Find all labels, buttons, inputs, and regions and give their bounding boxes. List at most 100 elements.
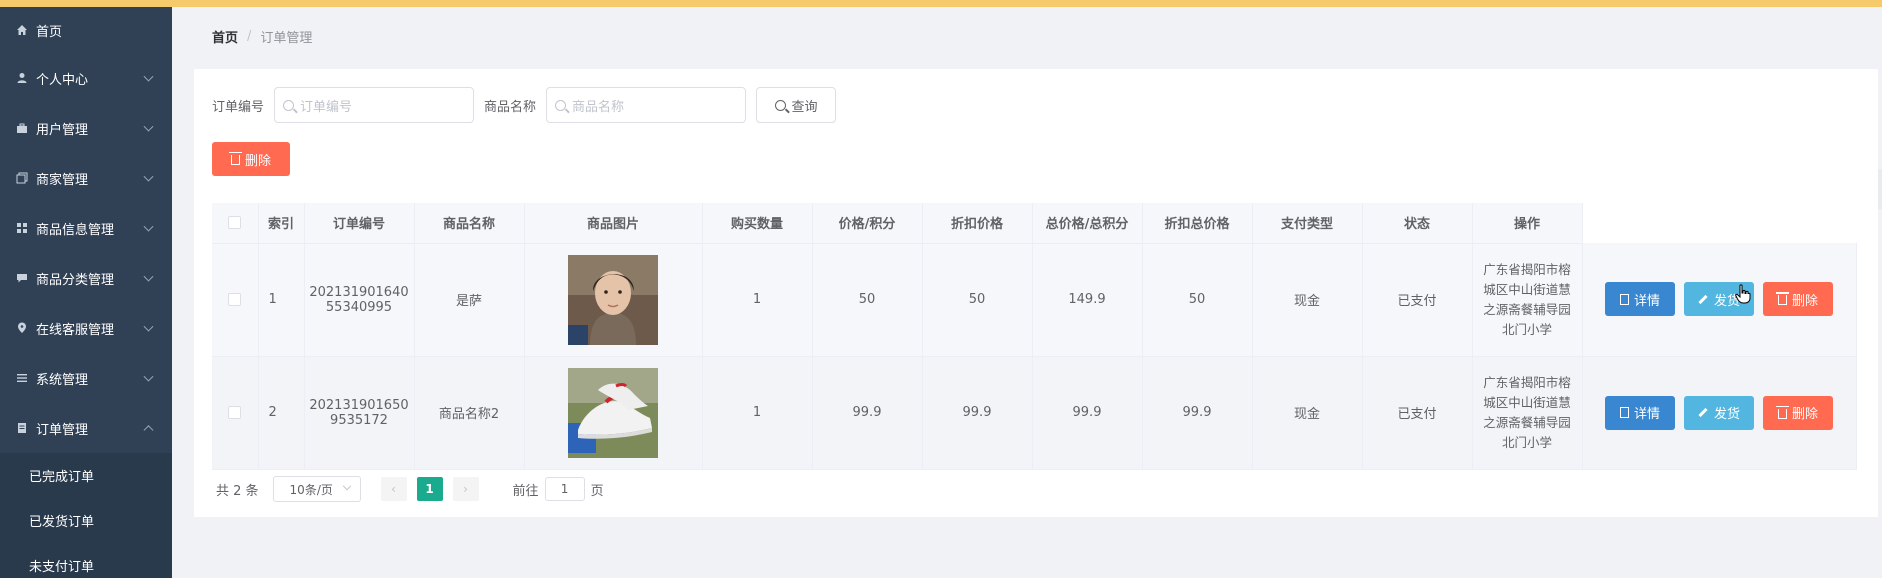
trash-icon bbox=[1775, 292, 1789, 306]
order-no-input[interactable]: 订单编号 bbox=[274, 87, 475, 123]
column-header: 购买数量 bbox=[702, 203, 813, 244]
edit-icon bbox=[1698, 407, 1708, 418]
sidebar-item-label: 未支付订单 bbox=[29, 560, 95, 575]
prev-page-button[interactable]: ‹ bbox=[380, 477, 407, 501]
delete-label: 删除 bbox=[1791, 407, 1818, 422]
sidebar-item-label: 商品信息管理 bbox=[36, 222, 115, 238]
delete-button[interactable]: 删除 bbox=[1763, 282, 1833, 317]
sidebar-item-merchant-management[interactable]: 商家管理 bbox=[0, 153, 172, 203]
column-header: 折扣总价格 bbox=[1142, 203, 1253, 244]
order-no-placeholder: 订单编号 bbox=[300, 99, 353, 115]
briefcase-icon bbox=[14, 120, 30, 136]
chevron-down-icon bbox=[143, 321, 154, 332]
chevron-down-icon bbox=[143, 171, 154, 182]
product-image-portrait[interactable] bbox=[568, 254, 658, 345]
order-no-label: 订单编号 bbox=[212, 99, 265, 115]
sidebar-item-label: 已完成订单 bbox=[29, 470, 95, 485]
search-icon bbox=[774, 99, 786, 111]
column-header: 价格/积分 bbox=[812, 203, 923, 244]
table-row: 1 202131901640 55340995 是萨 1 50 50 149.9… bbox=[212, 243, 1857, 357]
breadcrumb-current: 订单管理 bbox=[260, 31, 313, 46]
chevron-down-icon bbox=[342, 481, 351, 491]
vertical-scrollbar[interactable] bbox=[1878, 169, 1882, 209]
user-icon bbox=[14, 70, 30, 86]
query-button-label: 查询 bbox=[791, 99, 818, 115]
detail-button[interactable]: 详情 bbox=[1605, 282, 1675, 317]
sidebar-subitem-unpaid-orders[interactable]: 未支付订单 bbox=[0, 543, 172, 578]
cell-order-no: 202131901650 9535172 bbox=[304, 356, 415, 470]
page-size-select[interactable]: 10条/页 bbox=[272, 476, 361, 502]
detail-button[interactable]: 详情 bbox=[1605, 395, 1675, 430]
chevron-right-icon: › bbox=[463, 482, 468, 496]
breadcrumb-home[interactable]: 首页 bbox=[212, 27, 238, 46]
list-icon bbox=[14, 370, 30, 386]
cell-actions: 详情 发货 删除 bbox=[1582, 243, 1857, 357]
delete-button[interactable]: 删除 bbox=[1763, 395, 1833, 430]
edit-icon bbox=[1698, 294, 1708, 304]
page-size-value: 10条/页 bbox=[289, 482, 333, 497]
ship-label: 发货 bbox=[1713, 407, 1740, 422]
cell-pay-type: 现金 bbox=[1252, 243, 1363, 357]
chevron-down-icon bbox=[143, 71, 154, 82]
order-no-line: 9535172 bbox=[330, 412, 388, 428]
row-select-cell bbox=[212, 356, 259, 470]
column-header: 商品名称 bbox=[414, 203, 525, 244]
cell-address: 广东省揭阳市榕城区中山街道慧之源斋餐辅导园北门小学 bbox=[1472, 356, 1583, 470]
trash-icon bbox=[228, 152, 242, 165]
copy-icon bbox=[14, 170, 30, 186]
sidebar-item-label: 用户管理 bbox=[36, 122, 89, 138]
column-header: 总价格/总积分 bbox=[1032, 203, 1143, 244]
detail-label: 详情 bbox=[1633, 407, 1660, 422]
sidebar-item-product-info-management[interactable]: 商品信息管理 bbox=[0, 203, 172, 253]
cell-index: 2 bbox=[258, 356, 305, 470]
trash-icon bbox=[1775, 405, 1789, 419]
search-bar: 订单编号 订单编号 商品名称 商品名称 查询 bbox=[212, 87, 837, 123]
delete-label: 删除 bbox=[1791, 293, 1818, 309]
order-submenu: 已完成订单 已发货订单 未支付订单 bbox=[0, 453, 172, 578]
sidebar-subitem-completed-orders[interactable]: 已完成订单 bbox=[0, 453, 172, 498]
sidebar-item-label: 个人中心 bbox=[36, 72, 89, 88]
table-row: 2 202131901650 9535172 商品名称2 1 99.9 99.9… bbox=[212, 356, 1857, 470]
sidebar-subitem-shipped-orders[interactable]: 已发货订单 bbox=[0, 498, 172, 543]
sidebar-item-personal-center[interactable]: 个人中心 bbox=[0, 53, 172, 103]
sidebar-item-home[interactable]: 首页 bbox=[0, 7, 172, 53]
row-checkbox[interactable] bbox=[228, 406, 242, 419]
grid-icon bbox=[14, 220, 30, 236]
sidebar-item-system-management[interactable]: 系统管理 bbox=[0, 353, 172, 403]
total-count: 共 2 条 bbox=[216, 483, 259, 499]
pagination: 共 2 条 10条/页 ‹ 1 › 前往 1 页 bbox=[216, 476, 604, 502]
sidebar-item-user-management[interactable]: 用户管理 bbox=[0, 103, 172, 153]
column-header: 支付类型 bbox=[1252, 203, 1363, 244]
sidebar: 首页 个人中心 用户管理 商家管理 商品信息管理 商品分类管理 在线客服管理 系… bbox=[0, 7, 172, 578]
query-button[interactable]: 查询 bbox=[756, 87, 837, 123]
home-icon bbox=[14, 22, 30, 38]
sidebar-item-label: 首页 bbox=[36, 24, 63, 40]
column-header: 商品图片 bbox=[524, 203, 703, 244]
cell-product-name: 商品名称2 bbox=[414, 356, 525, 470]
sidebar-item-category-management[interactable]: 商品分类管理 bbox=[0, 253, 172, 303]
sidebar-item-customer-service-management[interactable]: 在线客服管理 bbox=[0, 303, 172, 353]
ship-button[interactable]: 发货 bbox=[1684, 395, 1754, 430]
column-header: 索引 bbox=[258, 203, 305, 244]
cell-product-image bbox=[524, 243, 703, 357]
next-page-button[interactable]: › bbox=[452, 477, 479, 501]
product-image-sneaker[interactable] bbox=[568, 367, 658, 458]
main-content: 首页 / 订单管理 订单编号 订单编号 商品名称 商品名称 查询 删除 索引 订… bbox=[172, 7, 1882, 578]
row-checkbox[interactable] bbox=[228, 293, 242, 306]
goto-page-input[interactable]: 1 bbox=[544, 477, 585, 501]
cell-discount-total: 50 bbox=[1142, 243, 1253, 357]
select-all-cell bbox=[212, 203, 259, 244]
cell-product-name: 是萨 bbox=[414, 243, 525, 357]
table-header-row: 索引 订单编号 商品名称 商品图片 购买数量 价格/积分 折扣价格 总价格/总积… bbox=[212, 203, 1856, 244]
sidebar-item-label: 系统管理 bbox=[36, 372, 89, 388]
chevron-down-icon bbox=[143, 121, 154, 132]
cell-discount: 99.9 bbox=[922, 356, 1033, 470]
sidebar-item-order-management[interactable]: 订单管理 bbox=[0, 403, 172, 453]
select-all-checkbox[interactable] bbox=[228, 216, 242, 230]
page-number-1[interactable]: 1 bbox=[416, 477, 443, 501]
cell-discount-total: 99.9 bbox=[1142, 356, 1253, 470]
cell-status: 已支付 bbox=[1362, 356, 1473, 470]
column-header: 订单编号 bbox=[304, 203, 415, 244]
batch-delete-button[interactable]: 删除 bbox=[212, 142, 290, 176]
product-name-input[interactable]: 商品名称 bbox=[546, 87, 747, 123]
